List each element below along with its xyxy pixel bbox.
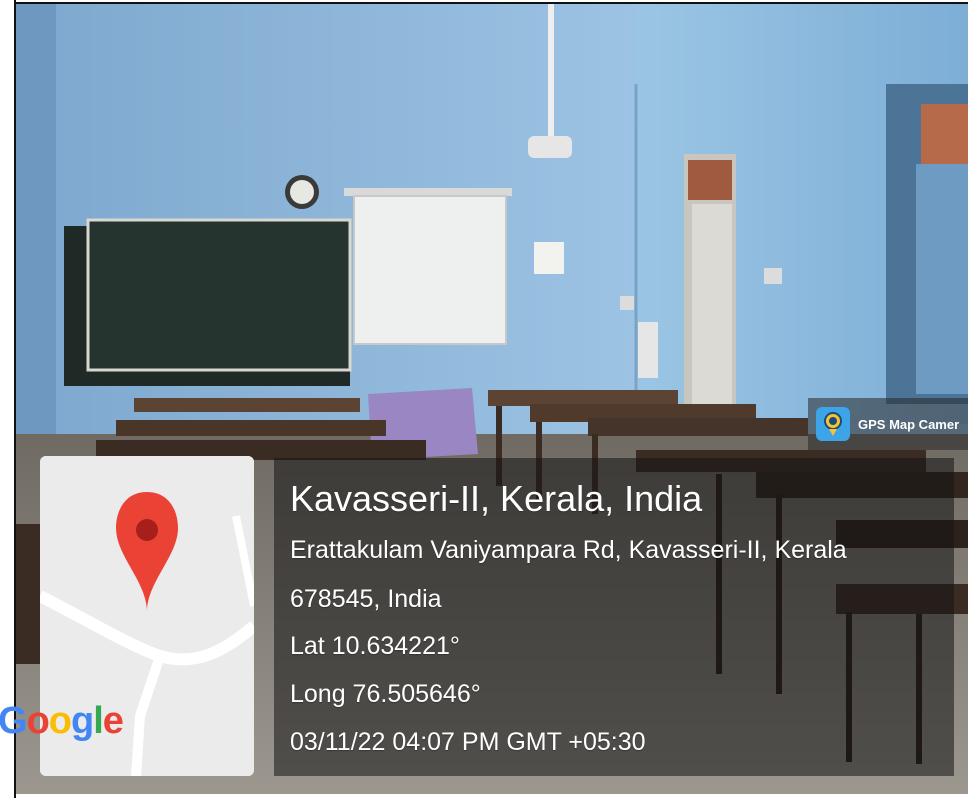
frame-top-border <box>14 2 968 4</box>
longitude: Long 76.505646° <box>290 680 481 708</box>
gps-map-camera-badge: GPS Map Camer <box>808 398 968 450</box>
place-title: Kavasseri-II, Kerala, India <box>290 478 703 519</box>
google-logo: Google <box>0 700 124 742</box>
frame-left-border <box>14 0 16 798</box>
latitude: Lat 10.634221° <box>290 632 460 660</box>
photo-frame: GPS Map Camer Google Kavasseri-II, Keral… <box>0 0 968 798</box>
address-line-2: 678545, India <box>290 585 442 613</box>
gps-app-name: GPS Map Camer <box>858 416 960 432</box>
address-line-1: Erattakulam Vaniyampara Rd, Kavasseri-II… <box>290 536 847 564</box>
gps-map-camera-icon <box>816 407 850 441</box>
timestamp: 03/11/22 04:07 PM GMT +05:30 <box>290 728 646 756</box>
